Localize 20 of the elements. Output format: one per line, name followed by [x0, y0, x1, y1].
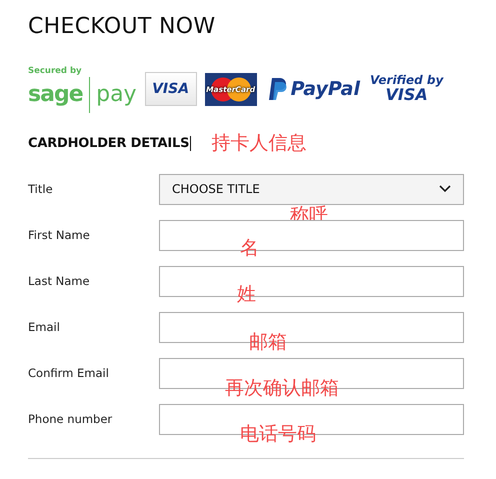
field-label: Title [28, 182, 54, 196]
field-label: Last Name [28, 274, 91, 288]
annotation-text: 名 [240, 239, 259, 258]
section-title: CARDHOLDER DETAILS [28, 136, 192, 150]
page-title: CHECKOUT NOW [28, 14, 216, 41]
annotation-text: 持卡人信息 [211, 131, 306, 156]
field-label: First Name [28, 228, 91, 242]
chevron-down-icon [439, 185, 451, 193]
paypal-logo: PayPal [268, 77, 360, 101]
field-label: Email [28, 320, 61, 334]
annotation-text: 姓 [237, 285, 256, 304]
field-label: Confirm Email [28, 366, 110, 380]
annotation-text: 邮箱 [249, 333, 287, 352]
field-label: Phone number [28, 412, 114, 426]
verified-by-visa-logo: Verified by VISA [370, 74, 444, 104]
title-select[interactable]: CHOOSE TITLE [159, 174, 464, 204]
sagepay-logo: Secured by sage pay [28, 66, 137, 112]
annotation-text: 电话号码 [240, 425, 316, 444]
annotation-text: 再次确认邮箱 [225, 379, 339, 398]
visa-logo: VISA [144, 72, 197, 106]
